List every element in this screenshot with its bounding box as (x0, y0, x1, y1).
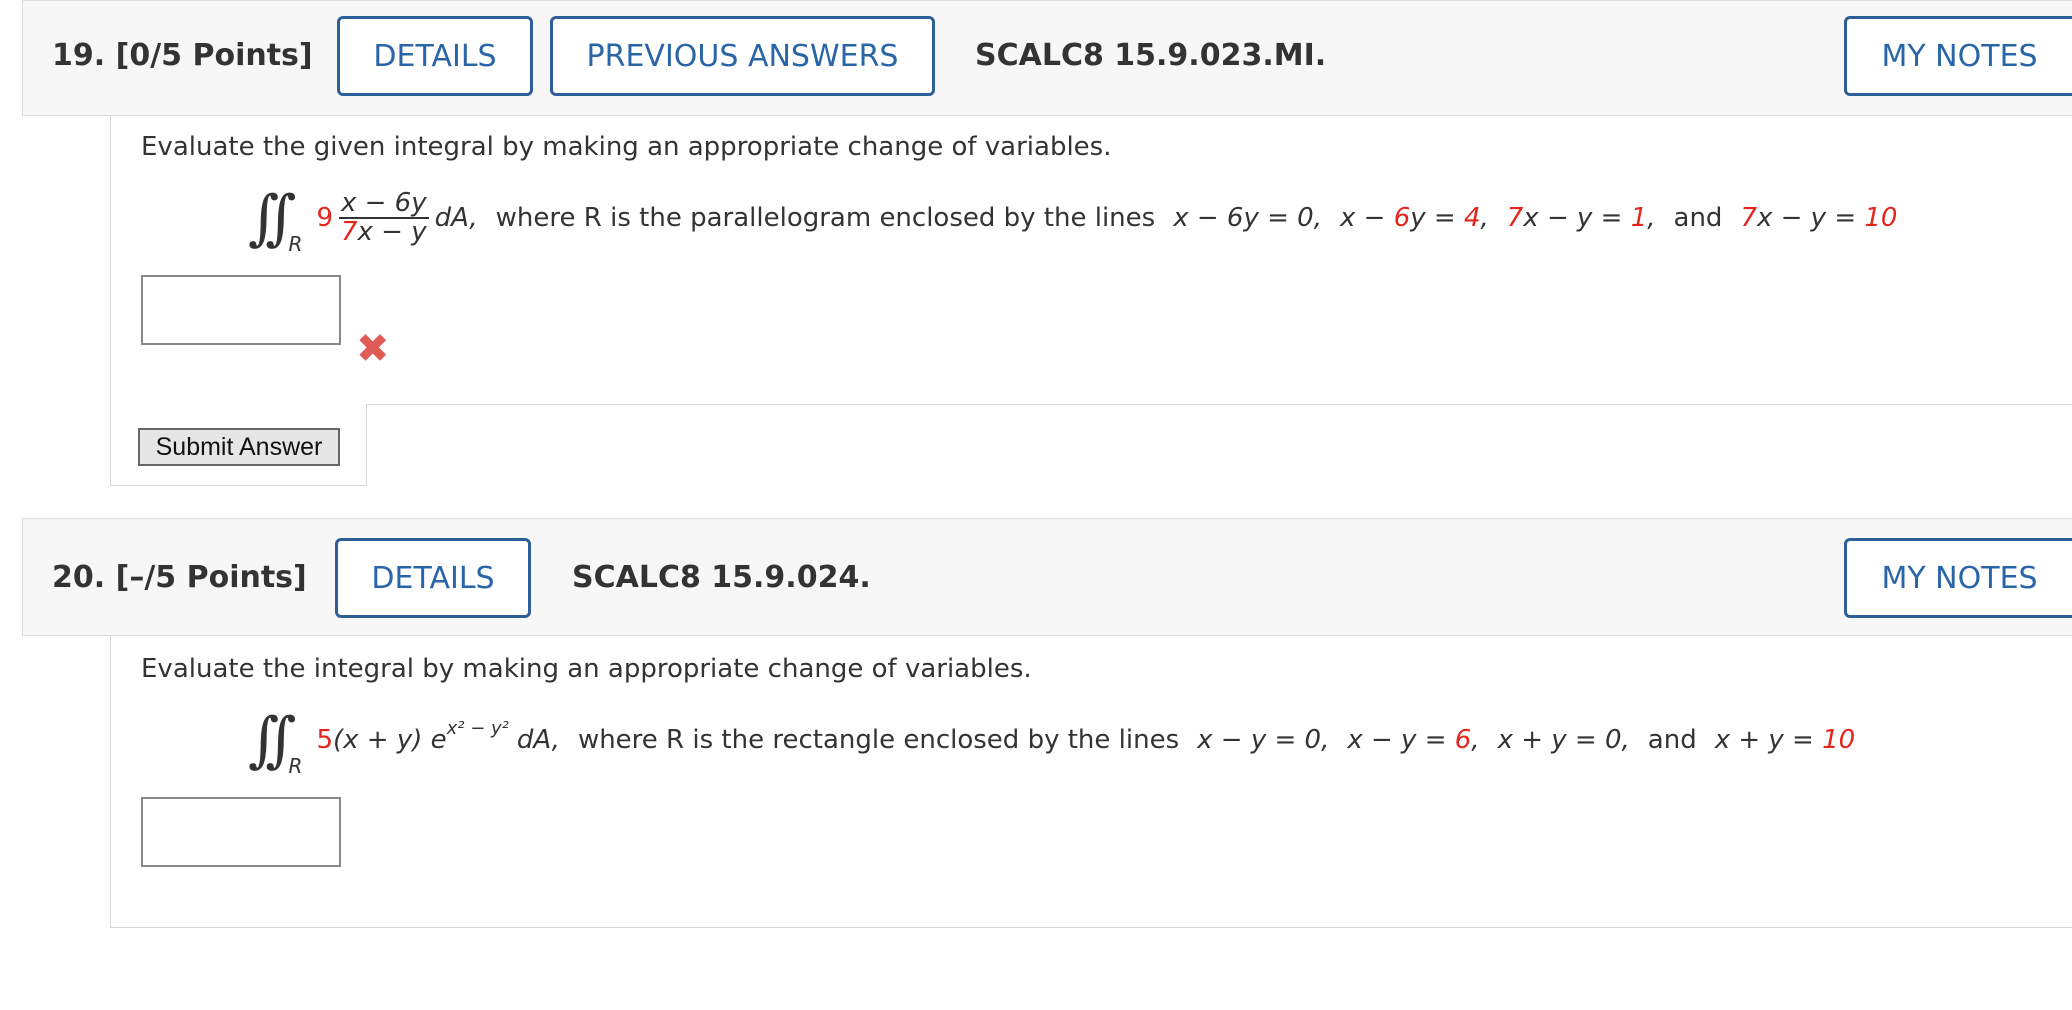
line-equation-1: x − y = 0, (1197, 725, 1330, 755)
submit-answer-button[interactable]: Submit Answer (138, 428, 340, 466)
double-integral-symbol: ∫∫ (248, 705, 296, 775)
line-equation-2: x − y = 6, (1347, 725, 1480, 755)
and-text: and (1673, 203, 1723, 233)
question-prompt: Evaluate the given integral by making an… (141, 132, 1112, 162)
where-text: where R is the rectangle enclosed by the… (577, 725, 1180, 755)
question-20-title: 20. [–/5 Points] (52, 560, 307, 595)
answer-input[interactable] (141, 275, 341, 345)
region-subscript: R (288, 232, 303, 256)
line-equation-4: 7x − y = 10 (1740, 203, 1898, 233)
line-equation-3: x + y = 0, (1497, 725, 1630, 755)
fraction-denominator: 7x − y (340, 217, 427, 247)
details-button[interactable]: DETAILS (335, 538, 531, 618)
question-number: 19. (52, 38, 106, 73)
differential: dA, (516, 725, 560, 755)
details-button[interactable]: DETAILS (337, 16, 533, 96)
previous-answers-button[interactable]: PREVIOUS ANSWERS (550, 16, 935, 96)
integrand-body: (x + y) e (332, 725, 447, 755)
question-code: SCALC8 15.9.024. (572, 560, 871, 595)
question-19-title: 19. [0/5 Points] (52, 38, 313, 73)
region-subscript: R (288, 754, 303, 778)
where-text: where R is the parallelogram enclosed by… (495, 203, 1156, 233)
my-notes-button[interactable]: MY NOTES (1844, 538, 2072, 618)
question-prompt: Evaluate the integral by making an appro… (141, 654, 1032, 684)
question-code: SCALC8 15.9.023.MI. (975, 38, 1327, 73)
question-points: [0/5 Points] (115, 38, 313, 73)
and-text: and (1647, 725, 1697, 755)
x-mark-icon: ✖ (356, 326, 390, 372)
integrand-exponent: x² − y² (446, 717, 509, 739)
integrand-coefficient: 9 (316, 203, 333, 233)
integrand-coefficient: 5 (316, 725, 333, 755)
my-notes-button[interactable]: MY NOTES (1844, 16, 2072, 96)
fraction-numerator: x − 6y (338, 187, 429, 219)
submit-area-divider (366, 404, 2072, 486)
question-points: [–/5 Points] (115, 560, 307, 595)
line-equation-2: x − 6y = 4, (1339, 203, 1489, 233)
answer-input[interactable] (141, 797, 341, 867)
question-20-header (22, 518, 2072, 636)
line-equation-3: 7x − y = 1, (1506, 203, 1656, 233)
integrand-fraction: x − 6y 7x − y (338, 187, 429, 247)
integral-expression: ∫∫ R 5 (x + y) e x² − y² dA, where R is … (248, 700, 1855, 780)
differential: dA, (434, 203, 478, 233)
line-equation-1: x − 6y = 0, (1173, 203, 1322, 233)
question-number: 20. (52, 560, 106, 595)
double-integral-symbol: ∫∫ (248, 183, 296, 253)
line-equation-4: x + y = 10 (1714, 725, 1856, 755)
integral-expression: ∫∫ R 9 x − 6y 7x − y dA, where R is the … (248, 178, 1897, 258)
